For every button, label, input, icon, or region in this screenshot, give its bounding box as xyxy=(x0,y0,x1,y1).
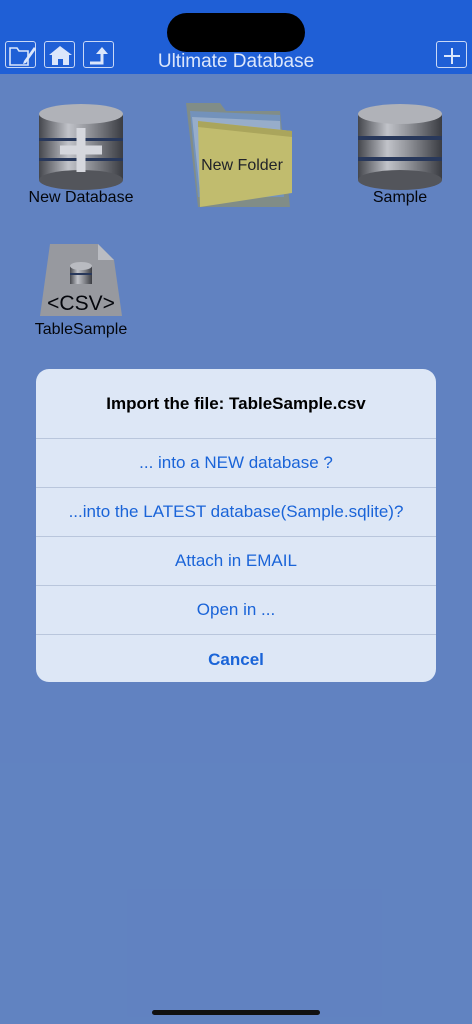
add-folder-icon xyxy=(444,48,460,64)
dialog-title: Import the file: TableSample.csv xyxy=(36,369,436,439)
navigation-bar: Ultimate Database xyxy=(0,0,472,74)
nav-title: Ultimate Database xyxy=(157,51,315,72)
open-in-button[interactable]: Open in ... xyxy=(36,586,436,635)
import-dialog: Import the file: TableSample.csv ... int… xyxy=(36,369,436,682)
cancel-button[interactable]: Cancel xyxy=(36,635,436,682)
import-new-database-button[interactable]: ... into a NEW database ? xyxy=(36,439,436,488)
attach-email-button[interactable]: Attach in EMAIL xyxy=(36,537,436,586)
import-latest-database-button[interactable]: ...into the LATEST database(Sample.sqlit… xyxy=(36,488,436,537)
dynamic-island xyxy=(167,13,305,52)
home-indicator xyxy=(152,1010,320,1015)
add-folder-button[interactable] xyxy=(436,41,467,68)
